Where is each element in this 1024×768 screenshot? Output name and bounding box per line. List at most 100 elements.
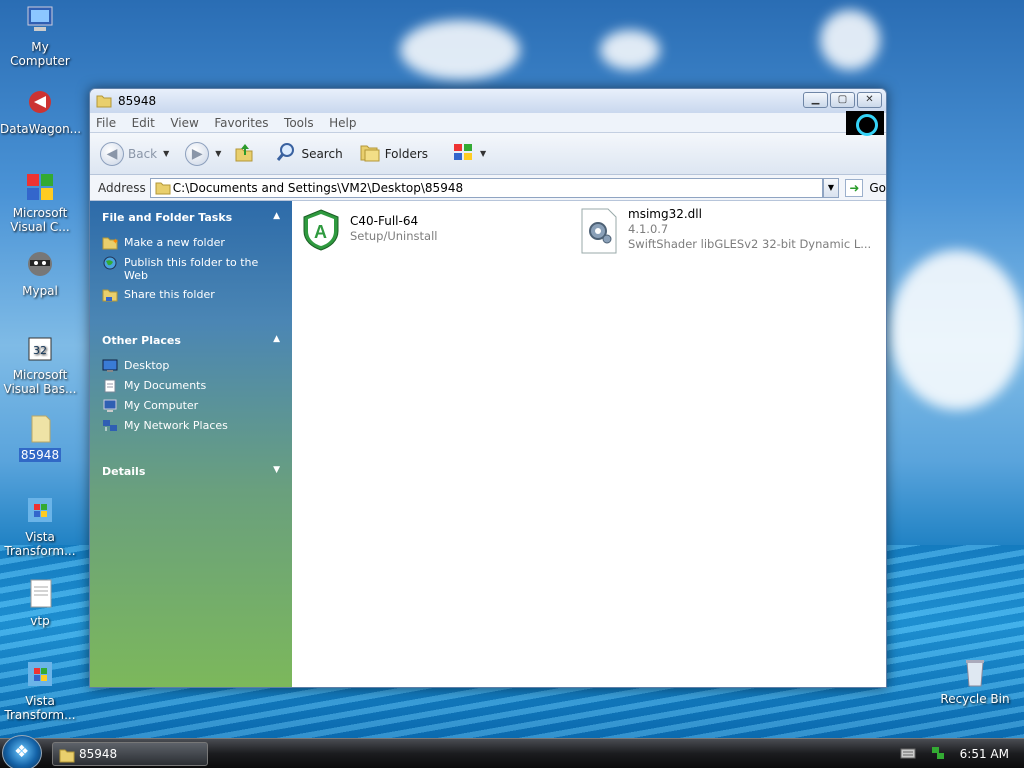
menu-help[interactable]: Help	[323, 113, 362, 133]
file-type: Setup/Uninstall	[350, 229, 438, 243]
visual-c-icon	[24, 170, 56, 202]
address-dropdown-button[interactable]: ▼	[822, 177, 840, 198]
file-item-msimg32-dll[interactable]: msimg32.dll 4.1.0.7 SwiftShader libGLESv…	[580, 207, 871, 258]
file-name: C40-Full-64	[350, 214, 419, 228]
installer-shield-icon: A	[302, 209, 340, 254]
menu-file[interactable]: File	[90, 113, 122, 133]
task-make-new-folder[interactable]: ✦ Make a new folder	[102, 236, 280, 250]
folder-icon	[96, 94, 112, 111]
forward-button[interactable]: ▶	[185, 141, 210, 166]
task-label: Publish this folder to the Web	[124, 256, 259, 282]
close-button[interactable]: ✕	[857, 92, 882, 108]
folder-icon	[59, 747, 75, 766]
desktop-icon-label: Recycle Bin	[940, 692, 1010, 706]
details-header[interactable]: Details ▼	[102, 465, 280, 478]
documents-icon	[102, 379, 118, 393]
folders-button[interactable]: Folders	[359, 141, 428, 166]
desktop-icon-datawagon[interactable]: DataWagon...	[0, 86, 82, 136]
clock[interactable]: 6:51 AM	[960, 747, 1009, 761]
file-list-area[interactable]: A C40-Full-64 Setup/Uninstall msimg32.dl…	[292, 201, 886, 687]
go-arrow-icon: ➜	[845, 178, 864, 197]
datawagon-icon	[24, 86, 56, 118]
desktop-icon-mypal[interactable]: Mypal	[0, 248, 80, 298]
keyboard-icon[interactable]	[900, 747, 916, 762]
maximize-button[interactable]: ▢	[830, 92, 855, 108]
task-publish-folder[interactable]: Publish this folder to the Web	[102, 256, 280, 282]
views-dropdown-icon: ▼	[480, 149, 487, 158]
network-tray-icon[interactable]	[930, 745, 946, 764]
folders-label: Folders	[384, 146, 429, 161]
file-folder-tasks-header[interactable]: File and Folder Tasks ▲	[102, 211, 280, 224]
desktop-icon-visual-c[interactable]: Microsoft Visual C...	[0, 170, 80, 234]
go-button[interactable]: ➜ Go	[845, 178, 886, 197]
desktop-icon-label: Microsoft Visual Bas...	[3, 368, 77, 396]
menu-favorites[interactable]: Favorites	[208, 113, 274, 133]
toolbar: ◀ Back ▼ ▶ ▼ Search Folders ▼	[90, 133, 886, 175]
collapse-icon: ▲	[273, 211, 280, 221]
collapse-icon: ▲	[273, 334, 280, 344]
place-label: My Network Places	[124, 419, 228, 432]
forward-dropdown-icon[interactable]: ▼	[215, 149, 221, 158]
desktop-icon-85948-folder[interactable]: 85948	[0, 412, 80, 462]
address-input[interactable]: C:\Documents and Settings\VM2\Desktop\85…	[149, 177, 823, 198]
menu-view[interactable]: View	[164, 113, 204, 133]
place-desktop[interactable]: Desktop	[102, 359, 280, 373]
explorer-window: 85948 ▁ ▢ ✕ File Edit View Favorites Too…	[89, 88, 887, 688]
svg-text:✦: ✦	[112, 237, 118, 246]
desktop-icon-label: DataWagon...	[0, 122, 82, 136]
views-button[interactable]: ▼	[452, 141, 486, 166]
place-my-documents[interactable]: My Documents	[102, 379, 280, 393]
desktop-icon-visual-basic[interactable]: 32 Microsoft Visual Bas...	[0, 332, 80, 396]
back-arrow-icon: ◀	[100, 141, 124, 166]
file-item-c40-full-64[interactable]: A C40-Full-64 Setup/Uninstall	[302, 209, 437, 254]
text-file-icon	[24, 578, 56, 610]
start-button[interactable]	[2, 735, 42, 768]
panel-title: File and Folder Tasks	[102, 211, 233, 224]
new-folder-icon: ✦	[102, 236, 119, 250]
desktop-icon-label: Mypal	[22, 284, 58, 298]
taskbar-window-label: 85948	[79, 747, 118, 761]
address-bar: Address C:\Documents and Settings\VM2\De…	[90, 175, 886, 201]
menu-bar: File Edit View Favorites Tools Help	[90, 111, 886, 136]
title-bar[interactable]: 85948 ▁ ▢ ✕	[90, 89, 886, 113]
desktop-icon-label: 85948	[18, 448, 62, 462]
visual-basic-icon: 32	[24, 332, 56, 364]
cloud	[890, 250, 1024, 410]
network-icon	[102, 419, 118, 433]
back-dropdown-icon[interactable]: ▼	[163, 149, 169, 158]
other-places-header[interactable]: Other Places ▲	[102, 334, 280, 347]
desktop-icon-vtp[interactable]: vtp	[0, 578, 80, 628]
task-share-folder[interactable]: Share this folder	[102, 288, 280, 302]
desktop-icon-recycle-bin[interactable]: Recycle Bin	[935, 656, 1015, 706]
cloud	[400, 20, 520, 80]
desktop-icon-label: Vista Transform...	[4, 694, 76, 722]
dll-settings-icon	[580, 207, 618, 258]
task-label: Share this folder	[124, 288, 215, 301]
minimize-button[interactable]: ▁	[803, 92, 828, 108]
raccoon-icon	[24, 248, 56, 280]
file-folder-tasks-panel: File and Folder Tasks ▲ ✦ Make a new fol…	[90, 201, 292, 312]
up-folder-icon[interactable]	[233, 141, 255, 166]
file-description: SwiftShader libGLESv2 32-bit Dynamic L..…	[628, 237, 872, 251]
desktop-icon-my-computer[interactable]: My Computer	[0, 4, 80, 68]
place-my-computer[interactable]: My Computer	[102, 399, 280, 413]
place-my-network-places[interactable]: My Network Places	[102, 419, 280, 433]
system-tray: 6:51 AM	[884, 739, 1024, 768]
panel-title: Details	[102, 465, 146, 478]
vista-transform-icon	[24, 658, 56, 690]
search-button[interactable]: Search	[275, 141, 343, 166]
desktop-icon-vista-transform-1[interactable]: Vista Transform...	[0, 494, 80, 558]
other-places-panel: Other Places ▲ Desktop My Documents My C…	[90, 312, 292, 443]
window-title: 85948	[118, 94, 157, 108]
address-label: Address	[98, 180, 146, 195]
file-name: msimg32.dll	[628, 207, 702, 221]
menu-edit[interactable]: Edit	[126, 113, 161, 133]
taskbar-window-button[interactable]: 85948	[52, 742, 208, 766]
desktop-icon-label: Microsoft Visual C...	[10, 206, 70, 234]
desktop-icon-label: vtp	[30, 614, 50, 628]
menu-tools[interactable]: Tools	[278, 113, 320, 133]
back-button[interactable]: ◀ Back	[100, 141, 157, 166]
expand-icon: ▼	[273, 465, 280, 475]
task-pane: File and Folder Tasks ▲ ✦ Make a new fol…	[90, 201, 292, 687]
desktop-icon-vista-transform-2[interactable]: Vista Transform...	[0, 658, 80, 722]
